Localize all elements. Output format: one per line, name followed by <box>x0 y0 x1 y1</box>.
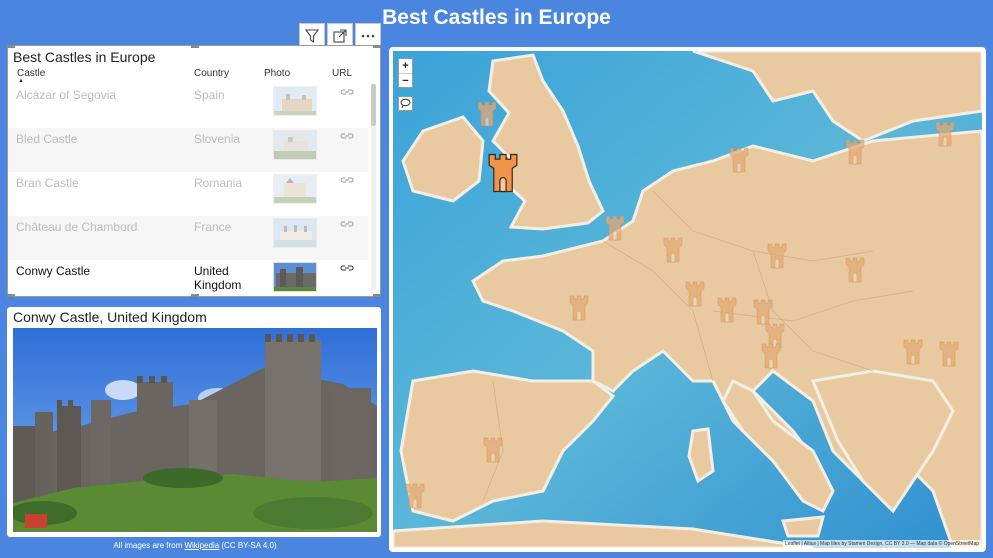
castle-thumbnail <box>273 262 317 292</box>
country-cell: France <box>194 220 232 234</box>
table-row[interactable]: Bran Castle Romania <box>8 172 368 216</box>
link-icon[interactable] <box>340 174 354 186</box>
country-cell: Romania <box>194 176 243 190</box>
castle-thumbnail <box>273 218 317 248</box>
zoom-control: + − <box>398 58 413 88</box>
castle-thumbnail <box>273 174 317 204</box>
wikipedia-link[interactable]: Wikipedia <box>184 541 219 550</box>
lasso-select-button[interactable] <box>398 96 413 111</box>
page-title: Best Castles in Europe <box>382 6 611 29</box>
photo-title: Conwy Castle, United Kingdom <box>13 309 207 325</box>
column-header-photo[interactable]: Photo <box>264 68 290 79</box>
castle-photo-card: Conwy Castle, United Kingdom <box>7 307 381 537</box>
europe-map[interactable] <box>393 51 982 548</box>
castle-cell: Conwy Castle <box>16 264 91 278</box>
table-row[interactable]: Alcázar of Segovia Spain <box>8 84 368 128</box>
link-icon[interactable] <box>340 130 354 142</box>
selected-castle-marker <box>488 153 518 193</box>
castle-table: Best Castles in Europe Castle ▲ Country … <box>7 45 381 297</box>
castle-cell: Bran Castle <box>16 176 79 190</box>
zoom-in-button[interactable]: + <box>399 59 412 74</box>
castle-map[interactable]: + − Leaflet | Altius | Map tiles by Stam… <box>389 47 986 552</box>
image-credit: All images are from Wikipedia (CC BY-SA … <box>113 541 277 550</box>
table-row[interactable]: Château de Chambord France <box>8 216 368 260</box>
country-cell: Slovenia <box>194 132 241 146</box>
column-header-url[interactable]: URL <box>332 68 352 79</box>
castle-cell: Bled Castle <box>16 132 78 146</box>
lasso-icon <box>400 98 411 109</box>
castle-thumbnail <box>273 130 317 160</box>
link-icon[interactable] <box>340 218 354 230</box>
zoom-out-button[interactable]: − <box>399 74 412 88</box>
link-icon[interactable] <box>340 262 354 274</box>
map-attribution: Leaflet | Altius | Map tiles by Stamen D… <box>782 540 981 548</box>
table-body: Alcázar of Segovia Spain Bled Castle Slo… <box>8 84 368 304</box>
link-icon[interactable] <box>340 86 354 98</box>
table-scrollbar-thumb[interactable] <box>371 84 376 126</box>
column-header-country[interactable]: Country <box>194 68 229 79</box>
castle-cell: Château de Chambord <box>16 220 138 234</box>
more-options-icon <box>361 34 375 38</box>
country-cell: United Kingdom <box>194 264 242 292</box>
table-row[interactable]: Conwy Castle United Kingdom <box>8 260 368 304</box>
castle-cell: Alcázar of Segovia <box>16 88 117 102</box>
castle-thumbnail <box>273 86 317 116</box>
castle-photo <box>13 328 377 532</box>
filter-icon <box>304 29 320 44</box>
table-title: Best Castles in Europe <box>13 49 156 65</box>
table-row[interactable]: Bled Castle Slovenia <box>8 128 368 172</box>
focus-mode-icon <box>333 29 347 43</box>
country-cell: Spain <box>194 88 225 102</box>
